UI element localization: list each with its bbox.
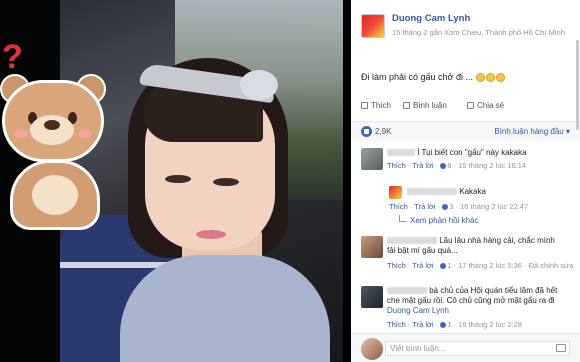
comment-icon xyxy=(403,102,410,109)
reply-name-redacted[interactable] xyxy=(407,188,457,195)
comment-like-count: 8 xyxy=(447,161,452,170)
like-reaction-icon xyxy=(440,263,447,269)
comment-sort-dropdown[interactable]: Bình luận hàng đầu ▾ xyxy=(494,127,570,136)
comment-like-count: 1 xyxy=(447,261,452,270)
share-icon xyxy=(467,102,474,109)
current-user-avatar xyxy=(361,338,383,360)
reply-like-count: 3 xyxy=(449,202,454,211)
thumbs-up-icon xyxy=(361,102,368,109)
share-label: Chia sẻ xyxy=(477,101,505,110)
commenter-name-redacted[interactable] xyxy=(387,149,415,156)
comment-input[interactable]: Viết bình luận... xyxy=(385,341,570,356)
comment-time[interactable]: 17 tháng 2 lúc 5:36 xyxy=(458,261,522,270)
bear-blush-right xyxy=(78,130,92,138)
grin-emoji-icon xyxy=(476,73,486,83)
edited-label[interactable]: Đã chỉnh sửa xyxy=(529,261,574,270)
reply-meta: Thích · Trả lời · 3 · 16 tháng 2 lúc 22:… xyxy=(389,202,529,211)
comment-like-count: 1 xyxy=(447,320,452,329)
like-reaction-icon xyxy=(361,126,372,137)
commenter-name-redacted[interactable] xyxy=(387,287,427,294)
headband-bow xyxy=(240,70,278,100)
post-meta: 15 tháng 2 gần Xom Chieu, Thành phố Hồ C… xyxy=(392,28,565,37)
author-avatar[interactable] xyxy=(361,14,385,38)
like-count[interactable]: 2,9K xyxy=(375,127,391,136)
comment-like-link[interactable]: Thích xyxy=(387,261,406,270)
commenter-avatar[interactable] xyxy=(361,148,383,170)
camera-icon[interactable] xyxy=(556,344,566,352)
comment-meta: Thích · Trả lời · 8 · 15 tháng 2 lúc 16:… xyxy=(387,161,527,170)
bear-nose xyxy=(44,120,60,130)
post-panel: Duong Cam Lynh 15 tháng 2 gần Xom Chieu,… xyxy=(351,0,580,362)
comment-text: Lâu lâu nhà hàng cải, chắc mình fải bật … xyxy=(387,236,555,256)
like-reaction-icon xyxy=(440,163,447,169)
reply-reply-link[interactable]: Trả lời xyxy=(414,202,435,211)
comment-text: bà chủ của Hội quán tiểu lâm đã hết che … xyxy=(387,286,557,316)
commenter-name-redacted[interactable] xyxy=(387,237,437,244)
grin-emoji-icon xyxy=(496,73,506,83)
panel-scrollbar[interactable] xyxy=(576,40,579,130)
comment-body: bà chủ của Hội quán tiểu lâm đã hết xyxy=(429,286,558,295)
bear-belly xyxy=(32,175,78,215)
commenter-avatar[interactable] xyxy=(361,286,383,308)
comment-like-link[interactable]: Thích xyxy=(387,320,406,329)
reply-avatar[interactable] xyxy=(389,186,402,199)
comment-body-line2: che mặt gấu rồi. Cô chủ cũng mở mặt gấu … xyxy=(387,296,555,305)
comment-reply-link[interactable]: Trả lời xyxy=(412,261,433,270)
bear-blush-left xyxy=(14,130,28,138)
bear-sticker xyxy=(0,60,120,240)
comment-meta: Thích · Trả lời · 1 · 16 tháng 2 lúc 2:2… xyxy=(387,320,522,329)
comment-body-line2: fải bật mí gấu quá... xyxy=(387,246,458,255)
reply-body: Kakaka xyxy=(459,187,486,196)
comment-body: Lâu lâu nhà hàng cải, chắc mình xyxy=(439,236,555,245)
reaction-bar: 2,9K Bình luận hàng đầu ▾ xyxy=(351,121,580,141)
like-reaction-icon xyxy=(442,204,449,210)
reply-time[interactable]: 16 tháng 2 lúc 22:47 xyxy=(460,202,528,211)
comment-meta: Thích · Trả lời · 1 · 17 tháng 2 lúc 5:3… xyxy=(387,261,574,270)
grin-emoji-icon xyxy=(486,73,496,83)
comment-time[interactable]: 15 tháng 2 lúc 16:14 xyxy=(458,161,526,170)
post-caption: Đi làm phải có gấu chở đi ... xyxy=(361,72,506,83)
author-name[interactable]: Duong Cam Lynh xyxy=(392,13,470,24)
shirt xyxy=(120,255,330,362)
like-button[interactable]: Thích xyxy=(361,101,391,110)
right-eye xyxy=(213,178,239,186)
comment-text: Í Tui biết con "gấu" này kakaka xyxy=(387,148,527,158)
comment-body: Í Tui biết con "gấu" này kakaka xyxy=(417,148,527,157)
lips xyxy=(196,230,226,239)
comment-composer: Viết bình luận... xyxy=(351,333,580,362)
commenter-avatar[interactable] xyxy=(361,236,383,258)
comment-button[interactable]: Bình luận xyxy=(403,101,447,110)
photo-viewer: ? Duong Cam Lynh 15 tháng 2 gần Xom Chie… xyxy=(0,0,580,362)
caption-text: Đi làm phải có gấu chở đi ... xyxy=(361,72,473,82)
comment-mention[interactable]: Duong Cam Lynh xyxy=(387,306,449,315)
more-replies-link[interactable]: Xem phản hồi khác xyxy=(399,215,479,225)
post-photo[interactable]: ? xyxy=(0,0,343,362)
comment-reply-link[interactable]: Trả lời xyxy=(412,320,433,329)
reply-text: Kakaka xyxy=(407,187,486,197)
comment-like-link[interactable]: Thích xyxy=(387,161,406,170)
reply-like-link[interactable]: Thích xyxy=(389,202,408,211)
question-mark-icon: ? xyxy=(2,38,23,76)
share-button[interactable]: Chia sẻ xyxy=(467,101,504,110)
comment-time[interactable]: 16 tháng 2 lúc 2:28 xyxy=(458,320,522,329)
like-label: Thích xyxy=(371,101,392,110)
comment-reply-link[interactable]: Trả lời xyxy=(412,161,433,170)
like-reaction-icon xyxy=(440,322,447,328)
comment-label: Bình luận xyxy=(413,101,447,110)
left-eye xyxy=(165,175,191,183)
post-actions: Thích Bình luận Chia sẻ xyxy=(361,101,571,115)
